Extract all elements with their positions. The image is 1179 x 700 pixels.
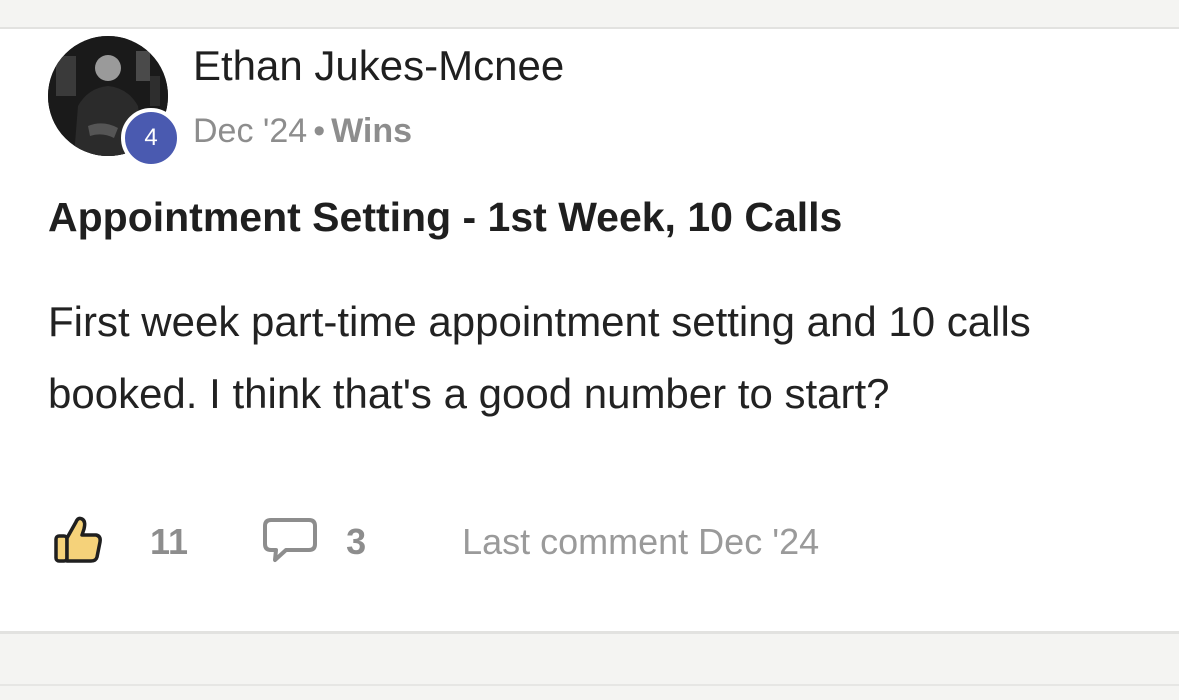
next-card-edge <box>0 684 1179 686</box>
post-meta: Dec '24 • Wins <box>193 112 412 151</box>
like-count: 11 <box>150 521 189 562</box>
comment-button[interactable] <box>260 512 320 572</box>
comment-bubble-icon <box>262 515 318 570</box>
author-name[interactable]: Ethan Jukes-Mcnee <box>193 42 564 90</box>
comment-count: 3 <box>346 521 367 562</box>
post-date: Dec '24 <box>193 112 308 150</box>
post-title[interactable]: Appointment Setting - 1st Week, 10 Calls <box>48 194 842 241</box>
like-button[interactable] <box>48 512 108 572</box>
thumbs-up-icon <box>51 513 105 572</box>
post-actions: 11 3 Last comment Dec '24 <box>48 512 819 572</box>
meta-separator: • <box>313 112 326 150</box>
next-card-gap <box>0 634 1179 700</box>
post-category[interactable]: Wins <box>331 112 412 150</box>
last-comment-label: Last comment Dec '24 <box>462 521 820 562</box>
level-badge: 4 <box>121 108 181 168</box>
post-body[interactable]: First week part-time appointment setting… <box>48 286 1148 430</box>
top-divider <box>0 0 1179 29</box>
